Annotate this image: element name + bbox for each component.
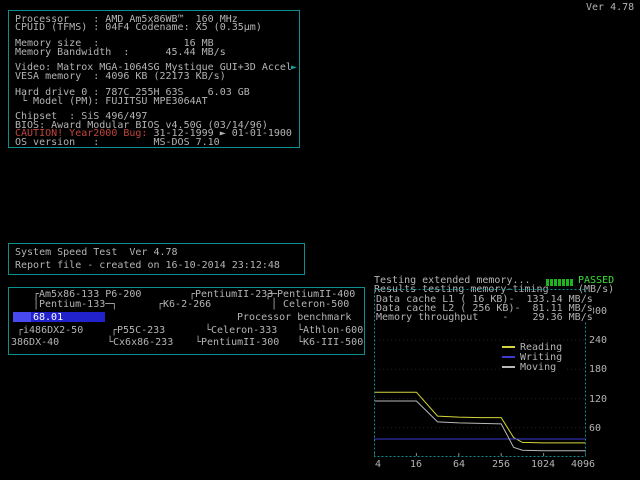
cpu-marker: 386DX-40 (11, 337, 60, 348)
cpu-marker: └Athlon-600 (297, 325, 364, 336)
y-axis-tick: 60 (589, 423, 602, 434)
legend-row: Writing (502, 352, 562, 362)
cpu-marker: ┌K6-2-266 (157, 299, 212, 310)
cpu-marker: ┌PentiumII-233 (189, 289, 274, 300)
cpu-marker: └PentiumII-300 (195, 337, 280, 348)
throughput-result: Memory throughput - 29.36 MB/s (376, 312, 593, 323)
x-axis-tick: 4096 (570, 459, 596, 470)
x-axis-tick: 256 (491, 459, 511, 470)
reading-line-swatch (502, 346, 515, 348)
sysinfo-cpuid: CPUID (TFMS) : 04F4 Codename: X5 (0.35µm… (15, 22, 262, 33)
moving-line-swatch (502, 366, 515, 368)
legend-row: Moving (502, 362, 562, 372)
benchmark-title: Processor benchmark (237, 312, 352, 323)
report-created: Report file - created on 16-10-2014 23:1… (15, 260, 280, 271)
version-label: Ver 4.78 (586, 2, 635, 13)
cpu-marker: ┌─PentiumII-400 (265, 289, 356, 300)
benchmark-score: 68.01 (33, 312, 64, 323)
sysinfo-vesa: VESA memory : 4096 KB (22173 KB/s) (15, 71, 226, 82)
y-axis-tick: 120 (589, 394, 608, 405)
legend-label: Writing (520, 351, 563, 363)
cpu-marker: └Cx6x86-233 (107, 337, 174, 348)
cpu-marker: └Celeron-333 (205, 325, 278, 336)
cpu-marker: │ Celeron-500 (271, 299, 350, 310)
y-axis-tick: 180 (589, 364, 608, 375)
legend-label: Reading (520, 341, 563, 353)
x-axis-tick: 1024 (530, 459, 556, 470)
chart-legend: Reading Writing Moving (500, 341, 565, 373)
truncation-arrow-icon: ► (291, 62, 298, 73)
writing-line-swatch (502, 356, 515, 358)
sysinfo-memory-bandwidth: Memory Bandwidth : 45.44 MB/s (15, 47, 226, 58)
report-panel: System Speed Test Ver 4.78 Report file -… (8, 243, 305, 275)
x-axis-tick: 16 (409, 459, 423, 470)
speedsys-screen: { "header": { "version": "Ver 4.78" }, "… (0, 0, 640, 480)
legend-label: Moving (520, 361, 557, 373)
cpu-marker: ┌P55C-233 (111, 325, 166, 336)
memory-test-progressbar (546, 279, 574, 286)
score-bar-cap (13, 312, 31, 322)
sysinfo-os-version: OS version : MS-DOS 7.10 (15, 137, 220, 148)
legend-row: Reading (502, 342, 562, 352)
y-axis-tick: 240 (589, 335, 608, 346)
cpu-marker: │Pentium-133─┐ (33, 299, 118, 310)
sysinfo-hdd-model: └ Model (PM): FUJITSU MPE3064AT (15, 96, 208, 107)
cpu-marker: └K6-III-500 (297, 337, 364, 348)
x-axis-tick: 4 (374, 459, 382, 470)
system-info-panel: Processor : AMD Am5x86WB™ 160 MHz CPUID … (8, 10, 300, 148)
cpu-marker: ┌i486DX2-50 (17, 325, 84, 336)
x-axis-tick: 64 (452, 459, 466, 470)
report-title: System Speed Test Ver 4.78 (15, 247, 178, 258)
benchmark-panel: ┌Am5x86-133 P6-200 ┌PentiumII-233 ┌─Pent… (8, 287, 365, 355)
cpu-marker: ┌Am5x86-133 P6-200 (33, 289, 142, 300)
